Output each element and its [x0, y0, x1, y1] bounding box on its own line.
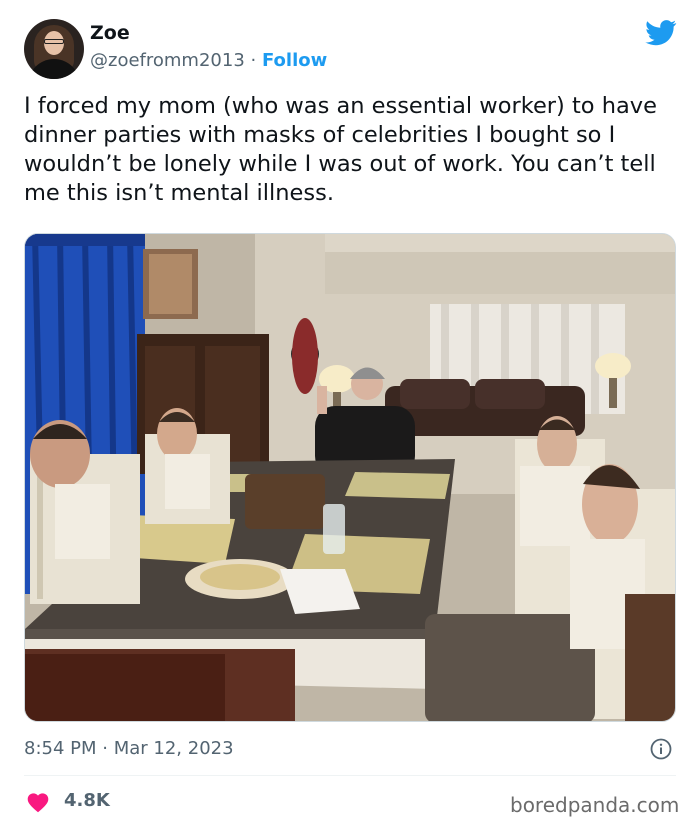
like-count[interactable]: 4.8K [64, 790, 110, 811]
author-handle[interactable]: @zoefromm2013 [90, 50, 245, 71]
follow-button[interactable]: Follow [262, 50, 327, 71]
heart-icon[interactable] [26, 791, 50, 813]
tweet-text: I forced my mom (who was an essential wo… [24, 93, 657, 206]
author-avatar[interactable] [24, 19, 84, 79]
info-icon[interactable] [650, 738, 672, 760]
tweet-timestamp[interactable]: 8:54 PM · Mar 12, 2023 [24, 738, 234, 759]
handle-separator: · [250, 50, 257, 71]
divider [24, 775, 676, 776]
tweet-photo[interactable] [24, 233, 676, 722]
twitter-bird-icon[interactable] [645, 20, 677, 46]
timestamp-separator: · [102, 738, 114, 759]
tweet-time: 8:54 PM [24, 738, 97, 759]
tweet-date: Mar 12, 2023 [113, 738, 234, 759]
tweet-card: Zoe @zoefromm2013 · Follow I forced my m… [0, 0, 700, 829]
handle-row: @zoefromm2013 · Follow [90, 50, 327, 71]
watermark: boredpanda.com [510, 793, 680, 817]
author-name[interactable]: Zoe [90, 22, 130, 44]
